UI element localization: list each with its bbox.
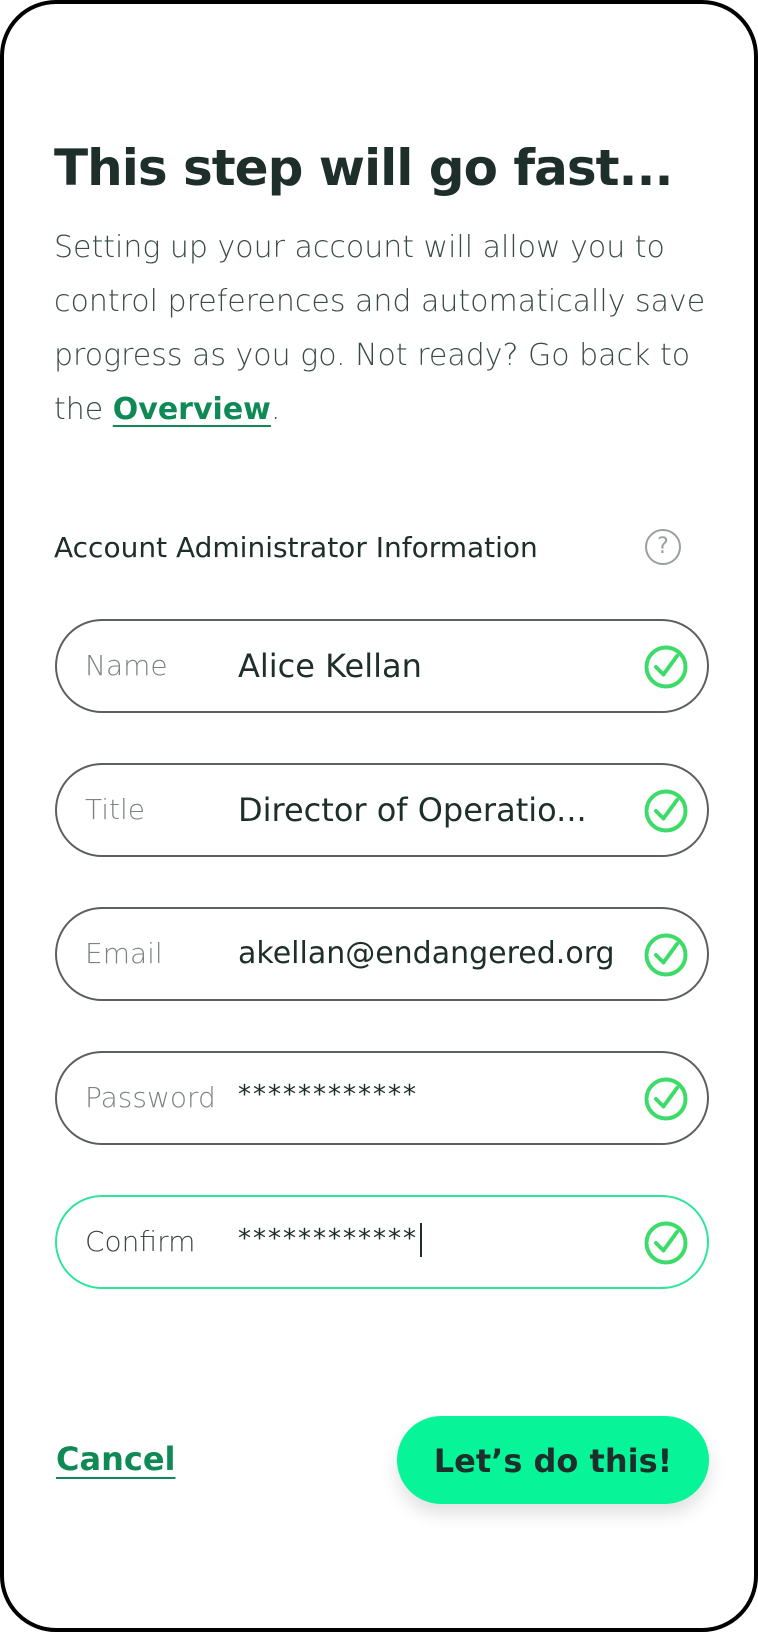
- name-field-label: Name: [85, 649, 168, 682]
- password-field-label: Password: [85, 1081, 216, 1114]
- check-circle-icon: [644, 1221, 688, 1265]
- title-field-value[interactable]: Director of Operatio...: [238, 765, 628, 855]
- email-field[interactable]: Email akellan@endangered.org: [55, 907, 709, 1001]
- section-header: Account Administrator Information ?: [54, 527, 694, 577]
- title-field-label: Title: [85, 793, 146, 826]
- name-field-value[interactable]: Alice Kellan: [238, 621, 628, 711]
- confirm-field-value[interactable]: ************: [238, 1197, 628, 1287]
- check-circle-icon: [644, 645, 688, 689]
- password-field[interactable]: Password ************: [55, 1051, 709, 1145]
- name-field[interactable]: Name Alice Kellan: [55, 619, 709, 713]
- check-circle-icon: [644, 789, 688, 833]
- confirm-field-label: Confirm: [85, 1225, 196, 1258]
- text-caret: [420, 1222, 422, 1257]
- title-field[interactable]: Title Director of Operatio...: [55, 763, 709, 857]
- section-title: Account Administrator Information: [54, 531, 538, 564]
- password-field-value[interactable]: ************: [238, 1053, 628, 1143]
- cancel-link[interactable]: Cancel: [56, 1440, 176, 1478]
- help-icon[interactable]: ?: [645, 529, 681, 565]
- submit-button[interactable]: Let’s do this!: [397, 1416, 709, 1504]
- intro-end: .: [270, 392, 281, 427]
- app-screen: This step will go fast... Setting up you…: [0, 0, 758, 1632]
- check-circle-icon: [644, 933, 688, 977]
- confirm-password-field[interactable]: Confirm ************: [55, 1195, 709, 1289]
- email-field-value[interactable]: akellan@endangered.org: [238, 909, 628, 999]
- confirm-field-text: ************: [238, 1224, 418, 1254]
- overview-link[interactable]: Overview: [113, 392, 271, 427]
- check-circle-icon: [644, 1077, 688, 1121]
- email-field-label: Email: [85, 937, 163, 970]
- intro-paragraph: Setting up your account will allow you t…: [54, 221, 714, 437]
- page-title: This step will go fast...: [54, 139, 673, 197]
